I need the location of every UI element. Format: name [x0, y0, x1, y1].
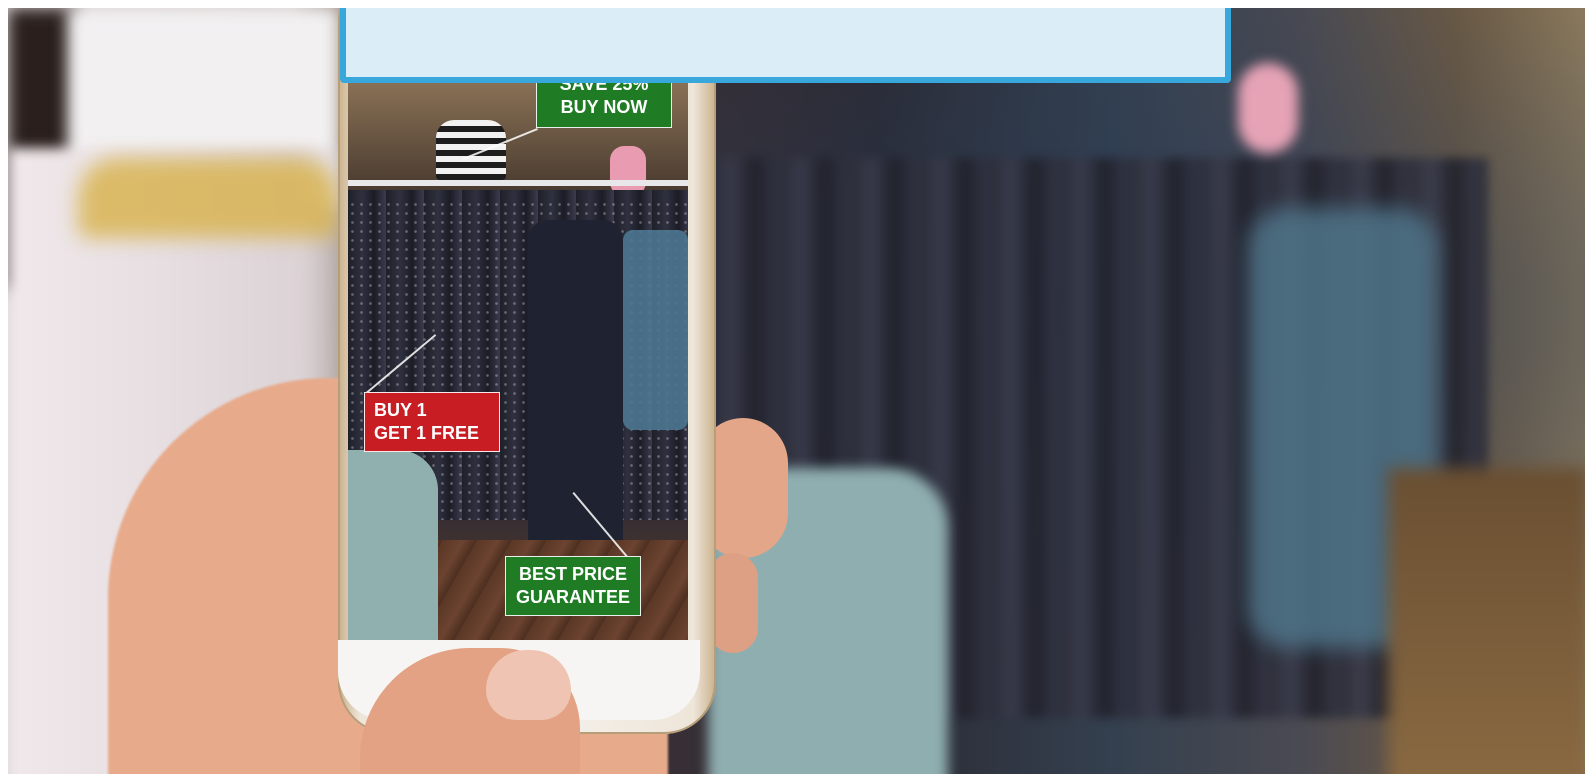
screen-blue-shirt: [623, 230, 688, 430]
buy-one-line2: GET 1 FREE: [374, 423, 480, 443]
store-background-photo: SAVE 25% BUY NOW BUY 1 GET 1 FREE BEST P…: [8, 8, 1585, 774]
thumbnail: [486, 650, 571, 720]
screen-dark-dress: [528, 220, 623, 560]
screen-striped-shirt: [436, 120, 506, 180]
overlay-box: [340, 8, 1231, 83]
best-price-line2: GUARANTEE: [515, 587, 630, 607]
best-price-tag: BEST PRICE GUARANTEE: [505, 556, 641, 616]
screen-pink-hat: [610, 146, 646, 196]
background-yellow-hangers: [78, 158, 338, 238]
buy-one-line1: BUY 1: [374, 400, 427, 420]
background-wood-floor: [1388, 468, 1585, 774]
phone-screen: SAVE 25% BUY NOW BUY 1 GET 1 FREE BEST P…: [348, 80, 688, 640]
background-pink-hat: [1238, 63, 1298, 153]
best-price-line1: BEST PRICE: [518, 564, 628, 584]
buy-one-get-one-tag: BUY 1 GET 1 FREE: [364, 392, 500, 452]
save-25-tag: SAVE 25% BUY NOW: [536, 80, 672, 128]
screen-teal-shirt: [348, 450, 438, 640]
screen-hanger-bar: [348, 180, 688, 186]
save-25-line2: BUY NOW: [560, 97, 648, 117]
